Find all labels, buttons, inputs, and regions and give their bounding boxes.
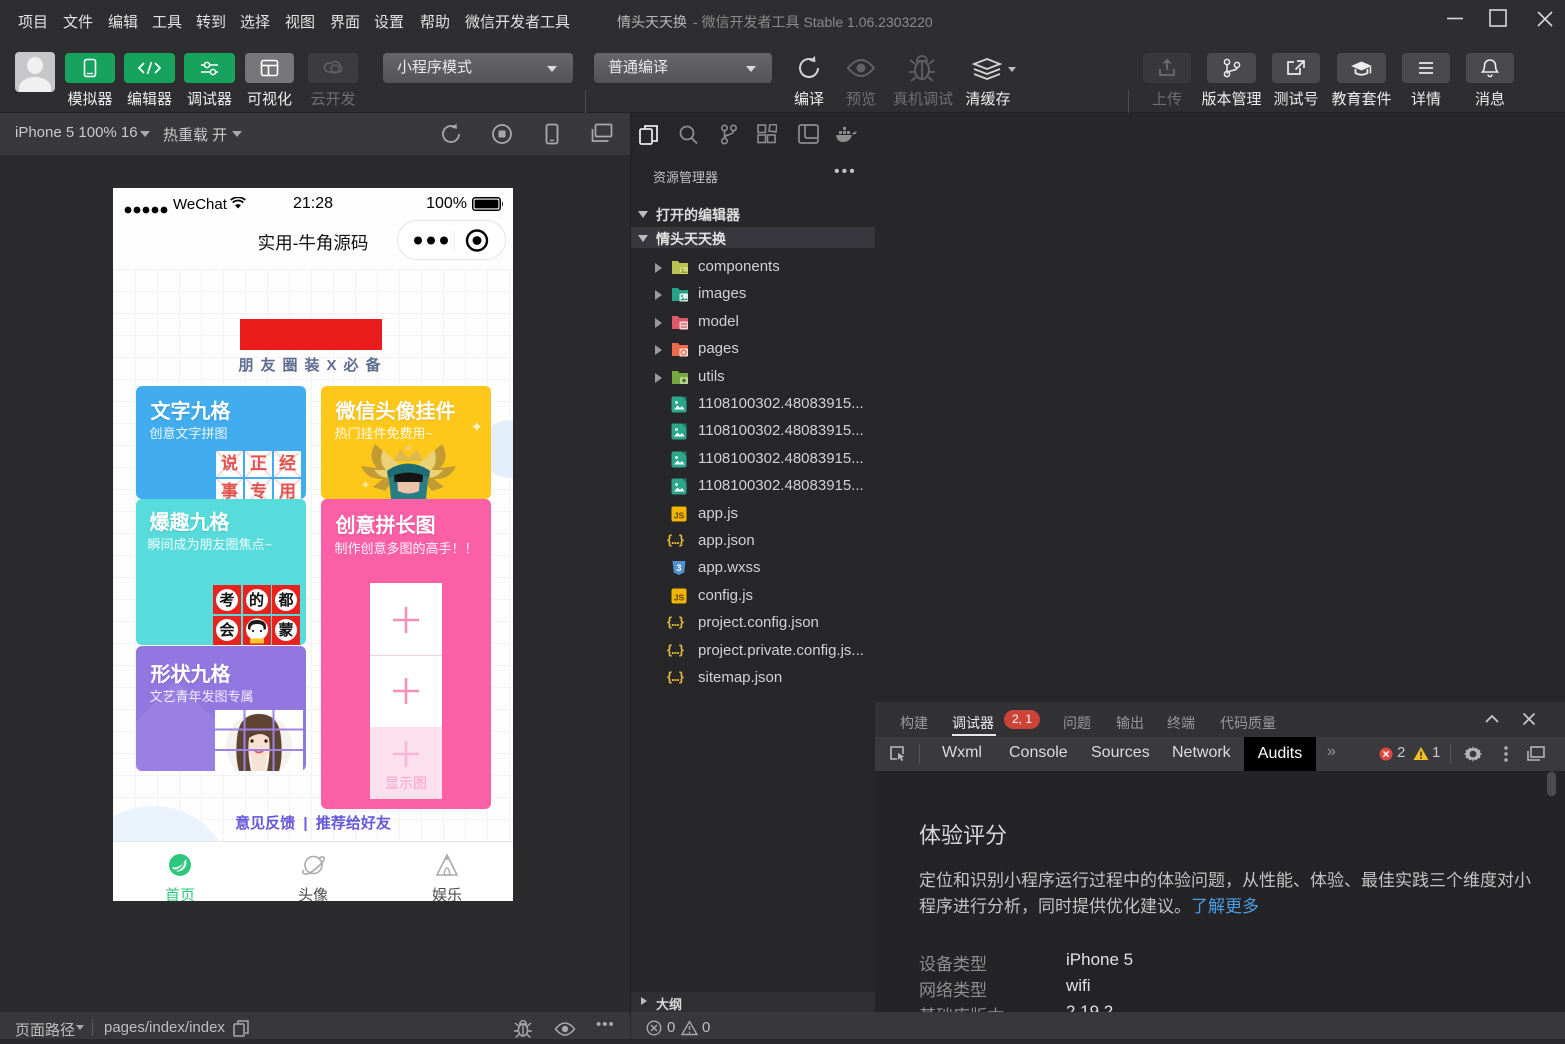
svg-text:JS: JS [674,592,685,602]
svg-text:JS: JS [674,510,685,520]
svg-text:3: 3 [676,563,681,573]
